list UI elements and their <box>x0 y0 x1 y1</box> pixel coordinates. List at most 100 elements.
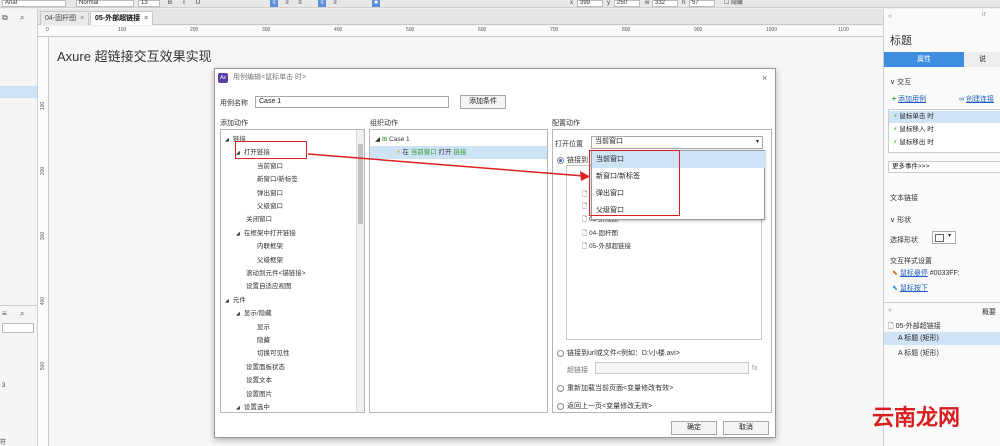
close-icon[interactable]: × <box>762 69 767 87</box>
shape-picker[interactable]: ▾ <box>932 231 956 244</box>
back-radio[interactable]: 返回上一页<变量修改无效> <box>557 401 652 411</box>
cancel-button[interactable]: 取消 <box>723 421 769 435</box>
action-tree-item[interactable]: 父级框架 <box>257 256 283 265</box>
font-family-select[interactable]: Arial <box>2 0 66 7</box>
page-item-selected[interactable] <box>0 86 37 98</box>
reload-option-label: 重新加载当前页面<变量修改有效> <box>567 385 674 392</box>
valign-middle-button[interactable]: ≡ <box>331 0 339 7</box>
expand-arrow-icon[interactable]: ◢ <box>236 311 240 317</box>
y-label: y <box>607 0 610 6</box>
widget-name[interactable]: 标题 <box>890 32 1000 48</box>
valign-top-button[interactable]: ≡ <box>318 0 326 7</box>
create-link[interactable]: ∞ 创建连接 <box>959 94 1000 104</box>
h-input[interactable]: 57 <box>689 0 715 7</box>
url-radio[interactable]: 链接到url或文件<例如：D:\小楼.avi> <box>557 348 680 358</box>
action-tree-item[interactable]: 隐藏 <box>257 336 270 345</box>
action-tree-item[interactable]: 滚动到元件<锚链接> <box>246 269 306 278</box>
font-weight-select[interactable]: Normal <box>76 0 134 7</box>
top-toolbar: Arial Normal 13 B I U ≡ ≡ ≡ ≡ ≡ ■ x 399 … <box>0 0 1000 8</box>
expand-arrow-icon[interactable]: ◢ <box>236 405 240 411</box>
close-icon[interactable]: × <box>144 15 148 22</box>
chevron-down-icon: ▾ <box>755 139 759 145</box>
action-tree-item[interactable]: 新窗口/新标签 <box>257 175 298 184</box>
tab-05[interactable]: 05-外部超链接 × <box>90 11 154 25</box>
hover-style-row[interactable]: ⬉ 鼠标悬停 #0033FF; <box>892 268 1000 278</box>
action-tree-item[interactable]: ◢ 设置选中 <box>236 403 270 413</box>
action-tree-item[interactable]: 切换可见性 <box>257 349 290 358</box>
action-tree-label: 父级框架 <box>257 256 283 264</box>
dialog-title-bar[interactable]: Ax 用例编辑<鼠标单击 时> × <box>215 69 775 87</box>
w-input[interactable]: 332 <box>652 0 678 7</box>
menu-icon[interactable]: ≡ <box>2 309 7 318</box>
search-icon[interactable]: ⌕ <box>20 13 24 23</box>
outline-item-selected[interactable]: A 标题 (矩形) <box>884 332 1000 345</box>
action-tree-item[interactable]: 设置面板状态 <box>246 363 285 372</box>
action-tree-item[interactable]: ◢ 元件 <box>225 296 246 306</box>
action-tree-item[interactable]: 当前窗口 <box>257 162 283 171</box>
hide-checkbox[interactable]: ☐ 隐藏 <box>724 0 743 7</box>
ok-button[interactable]: 确定 <box>671 421 717 435</box>
ruler-tick-label: 1000 <box>766 27 778 33</box>
open-position-select[interactable]: 当前窗口 ▾ <box>591 136 763 149</box>
ruler-tick-label: 0 <box>46 27 49 33</box>
search-icon[interactable]: ⌕ <box>20 309 24 319</box>
pages-icon[interactable]: ⧉ <box>2 13 16 23</box>
action-tree-item[interactable]: 内联框架 <box>257 242 283 251</box>
canvas-heading[interactable]: Axure 超链接交互效果实现 <box>57 46 212 65</box>
action-tree-item[interactable]: ◢ 在框架中打开链接 <box>236 229 296 239</box>
action-tree-item[interactable]: 设置图片 <box>246 390 272 399</box>
ruler-tick-label: 400 <box>334 27 343 33</box>
y-input[interactable]: 250 <box>614 0 640 7</box>
tab-label: 05-外部超链接 <box>95 15 141 22</box>
action-tree-item[interactable]: 父级窗口 <box>257 202 283 211</box>
page-icon: 🗋 <box>888 323 894 330</box>
tab-properties[interactable]: 属性 <box>884 52 964 67</box>
ruler-tick-label: 100 <box>40 101 47 111</box>
event-item[interactable]: ⚡ 鼠标单击 时 <box>889 111 1000 123</box>
expand-arrow-icon[interactable]: ◢ <box>236 231 240 237</box>
close-icon[interactable]: × <box>80 15 84 22</box>
action-tree-item[interactable]: 弹出窗口 <box>257 189 283 198</box>
expand-arrow-icon[interactable]: ◢ <box>225 298 229 304</box>
action-tree-label: 设置面板状态 <box>246 363 285 371</box>
outline-item[interactable]: A 标题 (矩形) <box>898 348 1000 358</box>
x-label: x <box>570 0 573 6</box>
page-item[interactable]: 🗋 05-外部超链接 <box>582 242 631 251</box>
fx-button[interactable]: fx <box>752 365 757 372</box>
action-tree-label: 设置自适应视图 <box>246 283 292 291</box>
reload-radio[interactable]: 重新加载当前页面<变量修改有效> <box>557 383 673 393</box>
action-tree-item[interactable]: 显示 <box>257 323 270 332</box>
event-item[interactable]: ⚡ 鼠标移入 时 <box>889 124 1000 136</box>
action-tree-label: 显示 <box>257 323 270 331</box>
add-condition-button[interactable]: 添加条件 <box>460 95 506 109</box>
hyperlink-label: 超链接 <box>567 367 588 374</box>
hover-style-link: 鼠标悬停 <box>899 270 928 277</box>
underline-button[interactable]: U <box>194 0 202 7</box>
library-select[interactable] <box>2 323 34 333</box>
case-name-input[interactable]: Case 1 <box>255 96 449 108</box>
fill-color-button[interactable]: ■ <box>372 0 380 7</box>
expand-arrow-icon[interactable]: ◢ <box>225 137 229 143</box>
page-item[interactable]: 🗋 04-固杆图 <box>582 229 618 238</box>
interaction-section[interactable]: ∨ 交互 <box>890 77 1000 87</box>
x-input[interactable]: 399 <box>577 0 603 7</box>
align-right-button[interactable]: ≡ <box>296 0 304 7</box>
italic-button[interactable]: I <box>180 0 188 7</box>
bold-button[interactable]: B <box>166 0 174 7</box>
action-tree-item[interactable]: 关闭窗口 <box>246 215 272 224</box>
more-events-select[interactable]: 更多事件>>> <box>888 161 1000 173</box>
pressed-style-row[interactable]: ⬉ 鼠标按下 <box>892 283 1000 293</box>
tab-style[interactable]: 说 <box>964 52 1000 67</box>
tab-04[interactable]: 04-固杆图 × <box>40 11 90 25</box>
action-tree-label: 新窗口/新标签 <box>257 176 298 184</box>
align-left-button[interactable]: ≡ <box>270 0 278 7</box>
hyperlink-input[interactable] <box>595 362 749 374</box>
event-item[interactable]: ⚡ 鼠标移出 时 <box>889 137 1000 149</box>
font-size-select[interactable]: 13 <box>138 0 160 7</box>
action-tree-item[interactable]: ◢ 显示/隐藏 <box>236 309 272 319</box>
align-center-button[interactable]: ≡ <box>283 0 291 7</box>
action-tree-item[interactable]: 设置文本 <box>246 376 272 385</box>
shape-section[interactable]: ∨ 形状 <box>890 215 1000 225</box>
action-tree-item[interactable]: 设置自适应视图 <box>246 282 292 291</box>
case-node[interactable]: ◢ ⊞ Case 1 <box>375 135 410 144</box>
